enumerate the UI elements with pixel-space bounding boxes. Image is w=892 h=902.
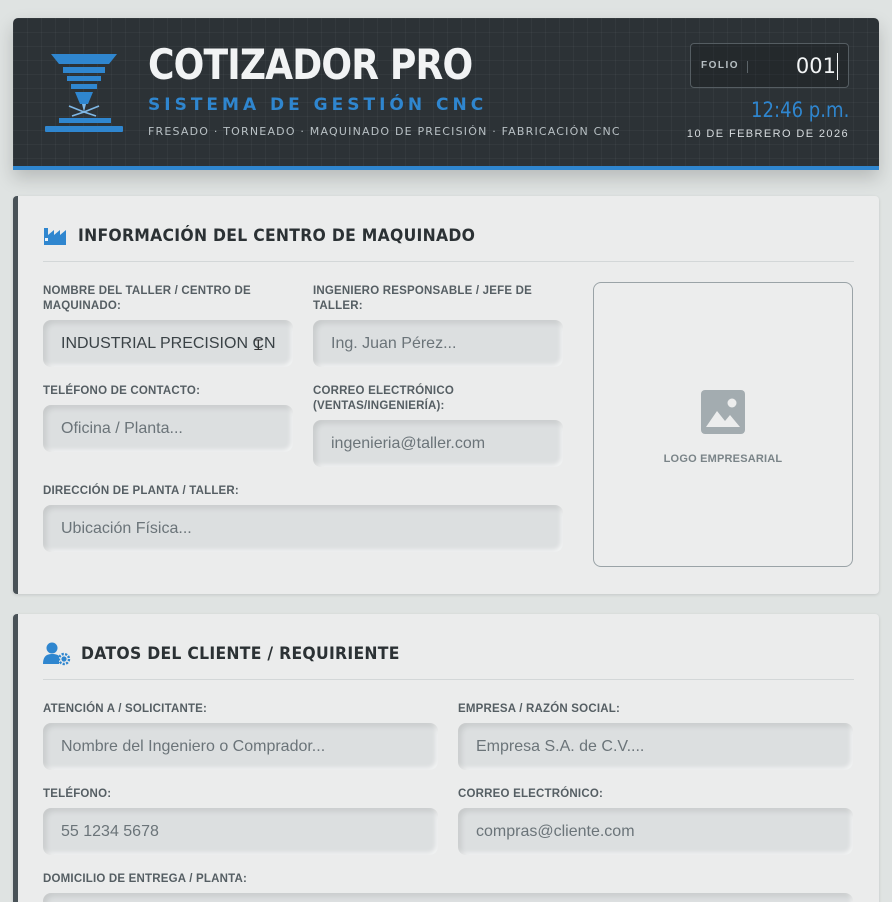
company-input[interactable] bbox=[458, 723, 853, 770]
workshop-address-input[interactable] bbox=[43, 505, 563, 552]
folio-divider bbox=[747, 61, 748, 73]
attention-label: ATENCIÓN A / SOLICITANTE: bbox=[43, 703, 208, 715]
logo-upload-area[interactable]: LOGO EMPRESARIAL bbox=[593, 282, 853, 567]
current-date: 10 DE FEBRERO DE 2026 bbox=[686, 128, 849, 140]
text-cursor-icon: Ꮖ bbox=[254, 337, 264, 353]
service-tags: FRESADO · TORNEADO · MAQUINADO DE PRECIS… bbox=[148, 125, 621, 138]
app-header: COTIZADOR PRO SISTEMA DE GESTIÓN CNC FRE… bbox=[13, 18, 879, 170]
client-email-label: CORREO ELECTRÓNICO: bbox=[458, 788, 603, 800]
current-time: 12:46 p.m. bbox=[750, 98, 849, 122]
company-label: EMPRESA / RAZÓN SOCIAL: bbox=[458, 703, 620, 715]
engineer-input[interactable] bbox=[313, 320, 563, 367]
folio-label: FOLIO bbox=[701, 60, 740, 71]
workshop-address-label: DIRECCIÓN DE PLANTA / TALLER: bbox=[43, 485, 239, 497]
client-phone-input[interactable] bbox=[43, 808, 438, 855]
workshop-section-header: INFORMACIÓN DEL CENTRO DE MAQUINADO bbox=[43, 222, 854, 262]
logo-upload-label: LOGO EMPRESARIAL bbox=[663, 453, 783, 465]
client-info-card: DATOS DEL CLIENTE / REQUIRIENTE ATENCIÓN… bbox=[13, 614, 879, 902]
workshop-email-label: CORREO ELECTRÓNICO (VENTAS/INGENIERÍA): bbox=[313, 385, 454, 412]
engineer-label: INGENIERO RESPONSABLE / JEFE DE TALLER: bbox=[313, 285, 532, 312]
client-section-header: DATOS DEL CLIENTE / REQUIRIENTE bbox=[43, 640, 854, 680]
workshop-email-input[interactable] bbox=[313, 420, 563, 467]
cnc-machine-icon bbox=[45, 54, 123, 132]
client-section-title: DATOS DEL CLIENTE / REQUIRIENTE bbox=[81, 644, 400, 664]
user-gear-icon bbox=[43, 642, 71, 666]
app-title: COTIZADOR PRO bbox=[148, 40, 473, 89]
delivery-address-label: DOMICILIO DE ENTREGA / PLANTA: bbox=[43, 873, 248, 885]
client-email-input[interactable] bbox=[458, 808, 853, 855]
folio-box: FOLIO bbox=[690, 43, 849, 88]
contact-phone-label: TELÉFONO DE CONTACTO: bbox=[43, 385, 201, 397]
factory-icon bbox=[44, 228, 66, 245]
contact-phone-input[interactable] bbox=[43, 405, 293, 452]
workshop-name-label: NOMBRE DEL TALLER / CENTRO DE MAQUINADO: bbox=[43, 285, 251, 312]
workshop-section-title: INFORMACIÓN DEL CENTRO DE MAQUINADO bbox=[78, 226, 476, 246]
text-caret bbox=[836, 53, 838, 80]
image-icon bbox=[701, 390, 745, 434]
workshop-info-card: INFORMACIÓN DEL CENTRO DE MAQUINADO NOMB… bbox=[13, 196, 879, 594]
delivery-address-input[interactable] bbox=[43, 893, 853, 902]
client-phone-label: TELÉFONO: bbox=[43, 788, 112, 800]
app-subtitle: SISTEMA DE GESTIÓN CNC bbox=[148, 95, 488, 115]
attention-input[interactable] bbox=[43, 723, 438, 770]
folio-input[interactable] bbox=[756, 52, 836, 80]
